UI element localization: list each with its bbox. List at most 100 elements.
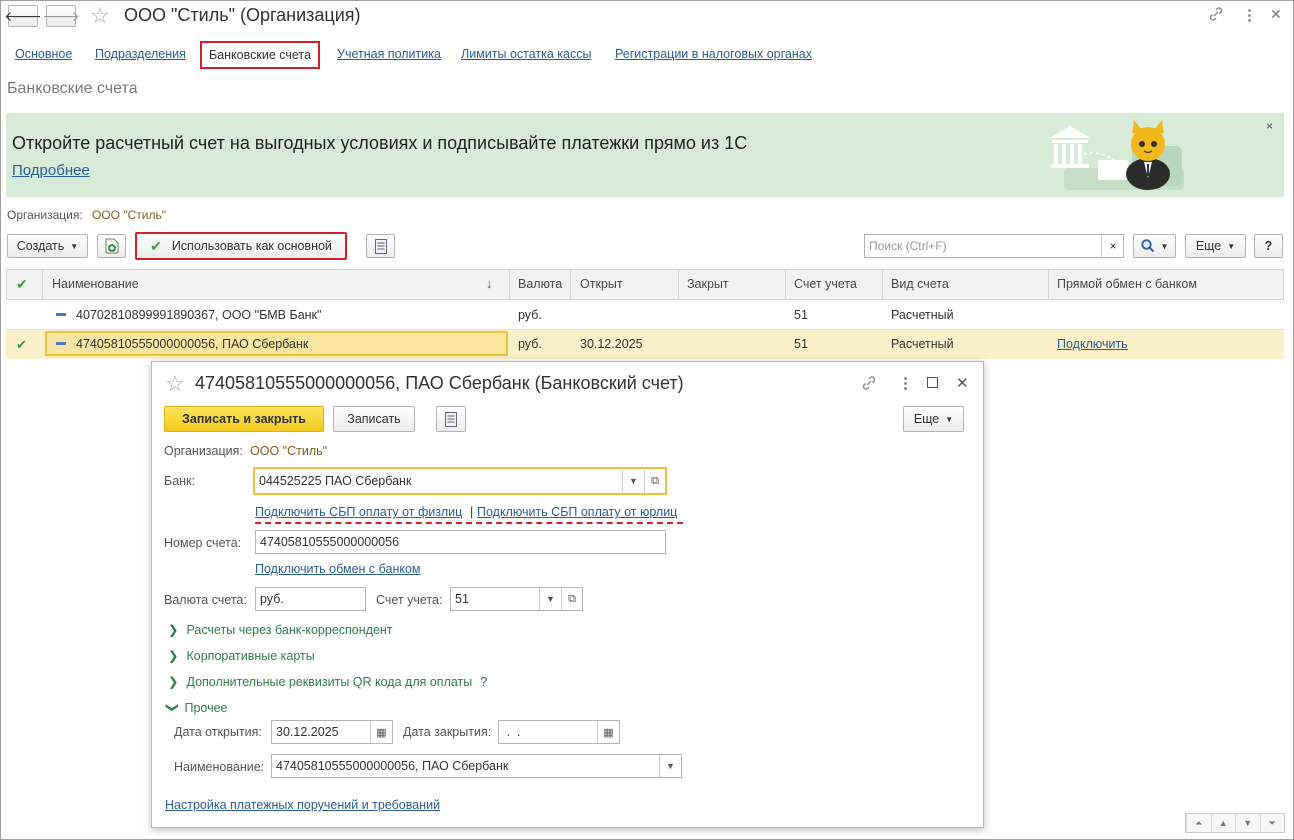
open-date-label: Дата открытия: [174, 725, 262, 739]
name-field[interactable]: 47405810555000000056, ПАО Сбербанк [271, 754, 682, 778]
main-account-column-icon: ✔ [16, 276, 28, 292]
chevron-down-icon: ▼ [1227, 241, 1236, 251]
save-and-close-button[interactable]: Записать и закрыть [164, 406, 324, 432]
row-name: 47405810555000000056, ПАО Сбербанк [76, 337, 309, 351]
group-qr-details[interactable]: ❯ Дополнительные реквизиты QR кода для оп… [168, 674, 487, 689]
column-divider [678, 269, 679, 300]
use-as-main-button[interactable]: ✔ Использовать как основной [135, 232, 347, 260]
column-header-currency[interactable]: Валюта [518, 277, 562, 291]
list-scroll-controls[interactable]: ⏶ ▲ ▼ ⏷ [1185, 813, 1285, 833]
list-report-icon [374, 238, 387, 254]
window-title: ООО "Стиль" (Организация) [124, 5, 361, 25]
scroll-first-icon[interactable]: ⏶ [1186, 814, 1211, 832]
report-button[interactable] [366, 234, 395, 258]
group-corporate-cards[interactable]: ❯ Корпоративные карты [168, 648, 315, 663]
column-header-ledger[interactable]: Счет учета [794, 277, 857, 291]
connect-bank-exchange-link[interactable]: Подключить обмен с банком [255, 562, 421, 576]
account-number-field[interactable]: 47405810555000000056 [255, 530, 666, 554]
name-value: 47405810555000000056, ПАО Сбербанк [276, 759, 509, 773]
tab-accounting-policy[interactable]: Учетная политика [337, 47, 441, 61]
help-button[interactable]: ? [1254, 234, 1283, 258]
scroll-up-icon[interactable]: ▲ [1210, 814, 1236, 832]
group-correspondent[interactable]: ❯ Расчеты через банк-корреспондент [168, 622, 393, 637]
dialog-close-icon[interactable]: ✕ [956, 374, 969, 392]
tab-tax-registrations[interactable]: Регистрации в налоговых органах [615, 47, 812, 61]
column-header-closed[interactable]: Закрыт [687, 277, 729, 291]
currency-label: Валюта счета: [164, 593, 247, 607]
search-button[interactable]: ▼ [1133, 234, 1176, 258]
forward-button[interactable]: 🡒 [42, 5, 80, 27]
close-window-icon[interactable]: ✕ [1270, 6, 1282, 23]
column-divider [1048, 269, 1049, 300]
chevron-down-icon: ❯ [165, 702, 180, 713]
arrow-left-icon: 🡐 [4, 7, 42, 24]
scroll-last-icon[interactable]: ⏷ [1259, 814, 1285, 832]
account-item-icon [56, 342, 66, 345]
back-button[interactable]: 🡐 [4, 5, 42, 27]
tab-main[interactable]: Основное [15, 47, 72, 61]
clear-search-icon[interactable]: × [1101, 234, 1124, 258]
qr-help-icon[interactable]: ? [480, 675, 487, 689]
list-report-icon [445, 411, 457, 427]
maximize-icon[interactable] [927, 377, 938, 388]
column-header-exchange[interactable]: Прямой обмен с банком [1057, 277, 1197, 291]
favorite-star-icon[interactable]: ☆ [90, 3, 110, 29]
column-header-type[interactable]: Вид счета [891, 277, 949, 291]
ledger-dropdown-icon[interactable]: ▼ [539, 588, 561, 610]
row-ledger: 51 [794, 308, 808, 322]
bank-dropdown-icon[interactable]: ▼ [622, 470, 644, 492]
calendar-icon[interactable]: ▦ [597, 721, 619, 743]
column-header-name[interactable]: Наименование [52, 277, 139, 291]
dialog-link-icon[interactable] [861, 375, 877, 394]
column-divider [570, 269, 571, 300]
column-divider [785, 269, 786, 300]
more-vert-icon[interactable]: ⋮ [1242, 6, 1257, 24]
column-divider [42, 269, 43, 300]
group-corporate-cards-label: Корпоративные карты [186, 649, 315, 663]
add-document-icon [105, 238, 118, 254]
dialog-more-vert-icon[interactable]: ⋮ [898, 374, 913, 392]
bank-field[interactable]: 044525225 ПАО Сбербанк [253, 467, 667, 495]
sort-arrow-icon[interactable]: ↓ [486, 277, 492, 291]
create-button[interactable]: Создать ▼ [7, 234, 88, 258]
tab-cash-limits[interactable]: Лимиты остатка кассы [461, 47, 591, 61]
chevron-down-icon: ▼ [945, 414, 954, 424]
red-dashed-underline [255, 522, 683, 524]
org-label: Организация: [7, 208, 83, 222]
ledger-open-icon[interactable]: ⧉ [561, 588, 582, 610]
save-button[interactable]: Записать [333, 406, 415, 432]
payment-settings-link[interactable]: Настройка платежных поручений и требован… [165, 798, 440, 812]
sbp-individuals-link[interactable]: Подключить СБП оплату от физлиц [255, 505, 462, 519]
column-divider [509, 269, 510, 300]
add-from-file-button[interactable] [97, 234, 126, 258]
sbp-legal-link[interactable]: Подключить СБП оплату от юрлиц [477, 505, 677, 519]
chevron-right-icon: ❯ [168, 623, 179, 637]
banner-more-link[interactable]: Подробнее [12, 162, 90, 179]
sbp-separator: | [470, 505, 474, 519]
tab-subdivisions[interactable]: Подразделения [95, 47, 186, 61]
scroll-down-icon[interactable]: ▼ [1235, 814, 1260, 832]
section-title: Банковские счета [7, 80, 138, 97]
tab-bank-accounts[interactable]: Банковские счета [200, 41, 320, 69]
dialog-more-button[interactable]: Еще ▼ [903, 406, 964, 432]
dialog-favorite-star-icon[interactable]: ☆ [165, 371, 185, 397]
column-header-opened[interactable]: Открыт [580, 277, 623, 291]
dialog-org-value[interactable]: ООО "Стиль" [250, 444, 327, 458]
banner-close-icon[interactable]: × [1266, 119, 1273, 133]
bank-open-icon[interactable]: ⧉ [644, 470, 665, 492]
search-input[interactable]: Поиск (Ctrl+F) [864, 234, 1124, 258]
calendar-icon[interactable]: ▦ [370, 721, 392, 743]
arrow-right-icon: 🡒 [42, 7, 80, 24]
connect-exchange-link[interactable]: Подключить [1057, 337, 1128, 351]
name-dropdown-icon[interactable]: ▼ [659, 755, 681, 777]
currency-field[interactable]: руб. [255, 587, 366, 611]
more-button[interactable]: Еще ▼ [1185, 234, 1246, 258]
org-value[interactable]: ООО "Стиль" [92, 208, 166, 222]
link-icon[interactable] [1208, 6, 1224, 26]
banner-text: Откройте расчетный счет на выгодных усло… [12, 133, 748, 153]
dialog-report-button[interactable] [436, 406, 466, 432]
group-other[interactable]: ❯ Прочее [165, 700, 228, 715]
chevron-right-icon: ❯ [168, 675, 179, 689]
create-label: Создать [16, 239, 65, 253]
row-opened: 30.12.2025 [580, 337, 643, 351]
